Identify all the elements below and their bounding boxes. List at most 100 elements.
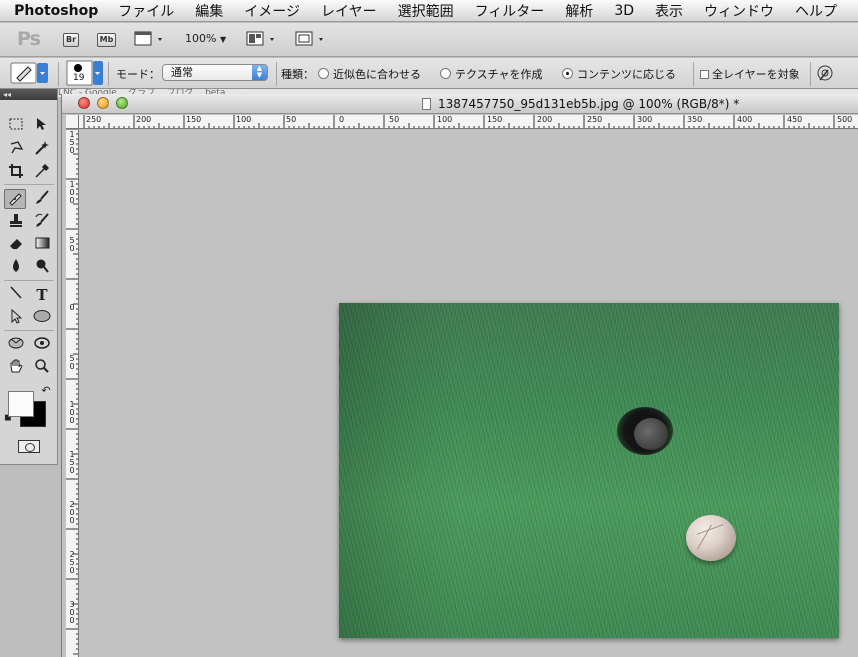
quick-mask-icon[interactable] bbox=[18, 440, 40, 453]
menu-window[interactable]: ウィンドウ bbox=[704, 1, 774, 21]
pen-tool-icon[interactable] bbox=[5, 285, 27, 305]
ruler-label: 1 5 0 bbox=[69, 130, 75, 155]
ruler-label: 50 bbox=[389, 115, 400, 124]
divider bbox=[108, 62, 109, 86]
document-image[interactable] bbox=[339, 303, 839, 638]
hand-tool-icon[interactable] bbox=[5, 358, 27, 378]
eraser-icon[interactable] bbox=[5, 235, 27, 255]
eyedropper-icon[interactable] bbox=[31, 163, 53, 183]
minimize-button[interactable] bbox=[97, 97, 109, 109]
chevron-down-icon: ▼ bbox=[219, 35, 227, 44]
marquee-tool-icon[interactable] bbox=[5, 116, 27, 136]
ruler-label: 500 bbox=[837, 115, 853, 124]
zoom-button[interactable] bbox=[116, 97, 128, 109]
document-title-text: 1387457750_95d131eb5b.jpg @ 100% (RGB/8*… bbox=[438, 97, 740, 111]
divider bbox=[693, 62, 694, 86]
view-extras-icon[interactable] bbox=[134, 30, 166, 51]
divider bbox=[4, 184, 54, 185]
divider bbox=[4, 280, 54, 281]
menu-help[interactable]: ヘルプ bbox=[795, 1, 837, 21]
photoshop-window: Photoshop ファイル 編集 イメージ レイヤー 選択範囲 フィルター 解… bbox=[0, 0, 858, 657]
zoom-level: 100% bbox=[185, 32, 217, 45]
options-bar: 19 モード： 種類： 近似色に合わせる テクスチャを作成 コンテンツに応じる … bbox=[0, 58, 858, 89]
divider bbox=[4, 330, 54, 331]
ruler-label: 0 bbox=[69, 303, 75, 312]
radio-create-texture[interactable]: テクスチャを作成 bbox=[440, 66, 543, 82]
brush-tool-icon[interactable] bbox=[31, 189, 53, 209]
path-selection-icon[interactable] bbox=[5, 308, 27, 328]
dodge-tool-icon[interactable] bbox=[31, 258, 53, 278]
divider bbox=[276, 62, 277, 86]
radio-circle bbox=[440, 68, 451, 79]
close-button[interactable] bbox=[78, 97, 90, 109]
ruler-label: 1 0 0 bbox=[69, 180, 75, 205]
brush-picker[interactable] bbox=[66, 60, 104, 89]
sample-all-layers-label: 全レイヤーを対象 bbox=[712, 68, 800, 81]
type-tool-icon[interactable]: T bbox=[31, 285, 53, 305]
dark-ball bbox=[634, 418, 668, 450]
ruler-label: 250 bbox=[86, 115, 102, 124]
vertical-ruler[interactable]: 1 5 0 1 0 0 5 0 0 5 0 1 0 0 1 5 0 2 0 0 … bbox=[66, 129, 79, 657]
ruler-label: 150 bbox=[487, 115, 503, 124]
document-title: 1387457750_95d131eb5b.jpg @ 100% (RGB/8*… bbox=[422, 97, 739, 111]
mini-bridge-button[interactable]: Mb bbox=[97, 33, 116, 47]
radio-content-aware-label: コンテンツに応じる bbox=[577, 68, 676, 81]
radio-circle-selected bbox=[562, 68, 573, 79]
menu-layer[interactable]: レイヤー bbox=[321, 1, 377, 21]
ruler-label: 150 bbox=[186, 115, 202, 124]
tools-panel-header[interactable]: ◂◂ bbox=[0, 89, 57, 100]
bridge-button[interactable]: Br bbox=[63, 33, 79, 47]
menu-analysis[interactable]: 解析 bbox=[565, 1, 593, 21]
3d-rotate-icon[interactable] bbox=[5, 335, 27, 355]
spot-healing-brush-icon[interactable] bbox=[4, 189, 26, 209]
menu-view[interactable]: 表示 bbox=[655, 1, 683, 21]
ruler-ticks bbox=[66, 129, 78, 655]
menu-app-name[interactable]: Photoshop bbox=[14, 3, 98, 19]
ruler-label: 1 0 0 bbox=[69, 400, 75, 425]
tool-preset-picker[interactable] bbox=[10, 62, 50, 87]
ruler-label: 100 bbox=[437, 115, 453, 124]
ruler-label: 300 bbox=[637, 115, 653, 124]
magic-wand-icon[interactable] bbox=[31, 140, 53, 160]
radio-content-aware[interactable]: コンテンツに応じる bbox=[562, 66, 676, 82]
gradient-icon[interactable] bbox=[31, 235, 53, 255]
arrange-documents-icon[interactable] bbox=[246, 30, 280, 51]
mode-label: モード： bbox=[116, 68, 160, 81]
zoom-tool-icon[interactable] bbox=[31, 358, 53, 378]
radio-proximity-label: 近似色に合わせる bbox=[333, 68, 421, 81]
ellipse-tool-icon[interactable] bbox=[31, 308, 53, 328]
canvas-area[interactable] bbox=[80, 130, 858, 657]
foreground-color-swatch[interactable] bbox=[8, 391, 34, 417]
divider bbox=[58, 62, 59, 86]
menu-edit[interactable]: 編集 bbox=[195, 1, 223, 21]
radio-proximity-match[interactable]: 近似色に合わせる bbox=[318, 66, 421, 82]
menu-image[interactable]: イメージ bbox=[244, 1, 300, 21]
horizontal-ruler[interactable]: 250 200 150 100 50 0 50 100 150 200 250 … bbox=[79, 115, 858, 129]
ruler-label: 200 bbox=[136, 115, 152, 124]
menu-select[interactable]: 選択範囲 bbox=[398, 1, 454, 21]
pressure-size-icon[interactable] bbox=[816, 64, 834, 85]
menu-3d[interactable]: 3D bbox=[614, 3, 634, 19]
clone-stamp-icon[interactable] bbox=[5, 212, 27, 232]
mode-select-value: 通常 bbox=[171, 66, 193, 79]
screen-mode-icon[interactable] bbox=[295, 30, 329, 51]
3d-orbit-icon[interactable] bbox=[31, 335, 53, 355]
zoom-level-dropdown[interactable]: 100% ▼ bbox=[185, 32, 226, 45]
swap-colors-icon[interactable]: ↶ bbox=[35, 381, 57, 401]
sample-all-layers-checkbox[interactable]: 全レイヤーを対象 bbox=[700, 66, 800, 82]
menu-file[interactable]: ファイル bbox=[118, 1, 174, 21]
ruler-origin[interactable] bbox=[66, 115, 79, 129]
lasso-tool-icon[interactable] bbox=[5, 140, 27, 160]
move-tool-icon[interactable] bbox=[31, 116, 53, 136]
blur-tool-icon[interactable] bbox=[5, 258, 27, 278]
brush-size: 19 bbox=[73, 73, 85, 83]
document-title-bar[interactable]: 1387457750_95d131eb5b.jpg @ 100% (RGB/8*… bbox=[62, 94, 858, 114]
ruler-label: 100 bbox=[236, 115, 252, 124]
crop-tool-icon[interactable] bbox=[5, 163, 27, 183]
divider bbox=[810, 62, 811, 86]
document-window: 1387457750_95d131eb5b.jpg @ 100% (RGB/8*… bbox=[61, 94, 858, 657]
history-brush-icon[interactable] bbox=[31, 212, 53, 232]
mode-select[interactable]: 通常 ▲ ▼ bbox=[162, 64, 268, 81]
menu-filter[interactable]: フィルター bbox=[475, 1, 545, 21]
tools-panel: ◂◂ T ↶ ◼ bbox=[0, 89, 58, 465]
